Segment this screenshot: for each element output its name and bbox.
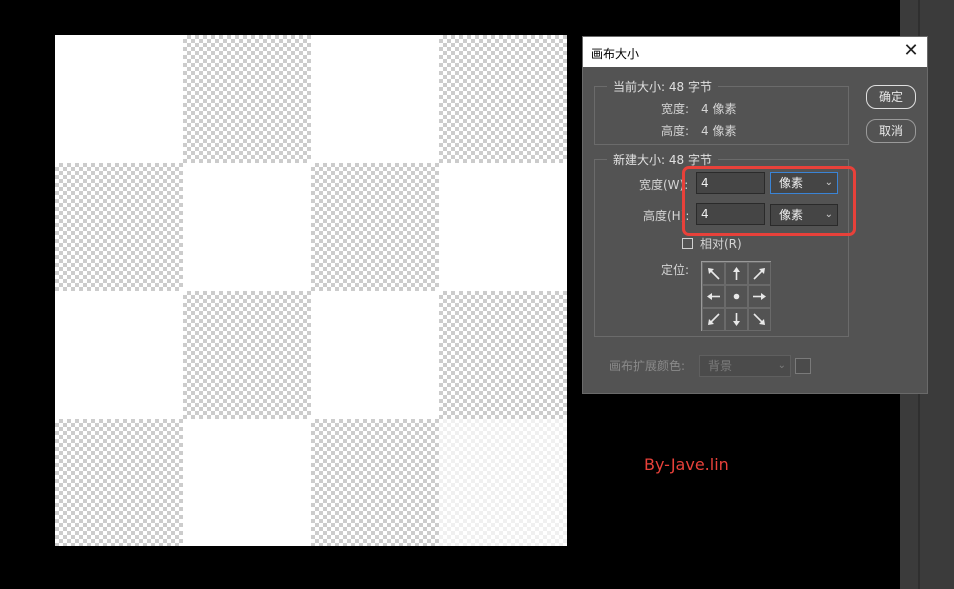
arrow-up-icon[interactable] <box>725 262 748 285</box>
dialog-titlebar[interactable]: 画布大小 ✕ <box>583 37 927 67</box>
current-width-label: 宽度: <box>661 102 690 116</box>
pixel-cell <box>311 419 439 546</box>
cancel-button[interactable]: 取消 <box>866 119 916 143</box>
extension-color-swatch[interactable] <box>795 358 811 374</box>
pixel-cell <box>55 163 183 291</box>
pixel-cell <box>311 163 439 291</box>
relative-checkbox[interactable] <box>682 238 693 249</box>
pixel-cell <box>311 35 439 163</box>
pixel-cell <box>55 419 183 546</box>
anchor-grid[interactable] <box>701 261 771 331</box>
arrow-right-icon[interactable] <box>748 285 771 308</box>
document-canvas[interactable] <box>55 35 567 546</box>
pixel-cell <box>439 35 567 163</box>
pixel-cell <box>439 163 567 291</box>
chevron-down-icon: ⌄ <box>777 360 786 371</box>
arrow-down-right-icon[interactable] <box>748 308 771 331</box>
current-width-value: 4 像素 <box>701 102 737 116</box>
pixel-cell <box>439 291 567 419</box>
current-height-value: 4 像素 <box>701 124 737 138</box>
new-width-label: 宽度(W): <box>639 178 689 192</box>
pixel-cell <box>311 291 439 419</box>
pixel-cell <box>439 419 567 546</box>
current-size-group: 当前大小: 48 字节 宽度: 4 像素 高度: 4 像素 <box>594 78 849 145</box>
current-height-label: 高度: <box>661 124 690 138</box>
anchor-center-dot-icon[interactable] <box>725 285 748 308</box>
relative-label: 相对(R) <box>700 237 742 251</box>
ok-button[interactable]: 确定 <box>866 85 916 109</box>
arrow-down-icon[interactable] <box>725 308 748 331</box>
annotation-highlight <box>682 166 856 236</box>
arrow-up-left-icon[interactable] <box>702 262 725 285</box>
extension-color-value: 背景 <box>708 359 733 373</box>
pixel-cell <box>183 291 311 419</box>
dialog-title: 画布大小 <box>591 47 640 61</box>
pixel-cell <box>183 163 311 291</box>
current-size-label: 当前大小: 48 字节 <box>607 78 718 95</box>
arrow-up-right-icon[interactable] <box>748 262 771 285</box>
close-icon[interactable]: ✕ <box>901 41 921 61</box>
pixel-cell <box>183 35 311 163</box>
pixel-cell <box>55 35 183 163</box>
pixel-cell <box>183 419 311 546</box>
pixel-cell <box>55 291 183 419</box>
extension-color-select[interactable]: 背景 ⌄ <box>699 355 791 377</box>
watermark-text: By-Jave.lin <box>644 455 729 474</box>
anchor-label: 定位: <box>661 263 690 277</box>
canvas-size-dialog: 画布大小 ✕ 当前大小: 48 字节 宽度: 4 像素 高度: 4 像素 确定 … <box>582 36 928 394</box>
extension-color-label: 画布扩展颜色: <box>609 359 686 373</box>
arrow-left-icon[interactable] <box>702 285 725 308</box>
arrow-down-left-icon[interactable] <box>702 308 725 331</box>
